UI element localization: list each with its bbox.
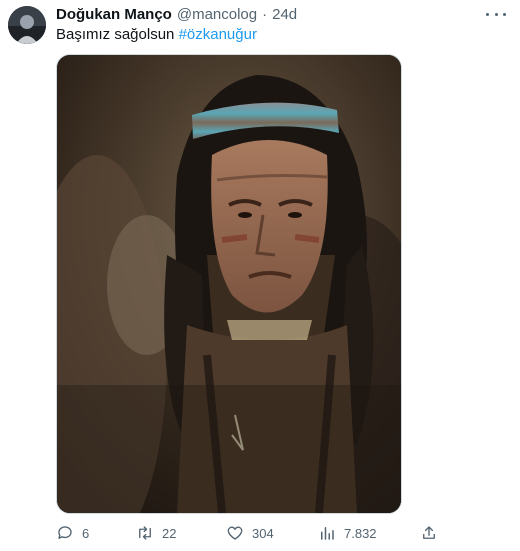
- like-button[interactable]: 304: [226, 520, 274, 546]
- like-count: 304: [252, 525, 274, 541]
- tweet-actions: 6 22 304 7.832: [56, 520, 446, 546]
- views-icon: [321, 527, 334, 540]
- tweet-header: Doğukan Manço @mancolog · 24d: [56, 4, 297, 24]
- retweet-icon: [139, 526, 151, 540]
- tweet-text: Başımız sağolsun #özkanuğur: [56, 26, 257, 43]
- separator-dot: ·: [262, 5, 268, 23]
- reply-button[interactable]: 6: [56, 520, 89, 546]
- retweet-button[interactable]: 22: [136, 520, 176, 546]
- views-count: 7.832: [344, 525, 377, 541]
- tweet: Doğukan Manço @mancolog · 24d Başımız sa…: [0, 0, 520, 551]
- reply-count: 6: [82, 525, 90, 541]
- views-button[interactable]: 7.832: [318, 520, 377, 546]
- share-icon: [423, 526, 435, 539]
- tweet-body: Başımız sağolsun: [56, 26, 175, 43]
- tweet-image[interactable]: [56, 54, 402, 514]
- like-icon: [227, 526, 243, 540]
- author-name[interactable]: Doğukan Manço: [56, 6, 172, 23]
- share-button[interactable]: [420, 520, 438, 546]
- avatar[interactable]: [8, 6, 46, 44]
- author-handle[interactable]: @mancolog: [177, 6, 257, 23]
- tweet-time[interactable]: 24d: [272, 6, 297, 23]
- more-icon[interactable]: [486, 6, 506, 22]
- reply-icon: [58, 526, 72, 539]
- hashtag-link[interactable]: #özkanuğur: [179, 26, 257, 43]
- retweet-count: 22: [162, 525, 177, 541]
- portrait-image: [57, 55, 401, 513]
